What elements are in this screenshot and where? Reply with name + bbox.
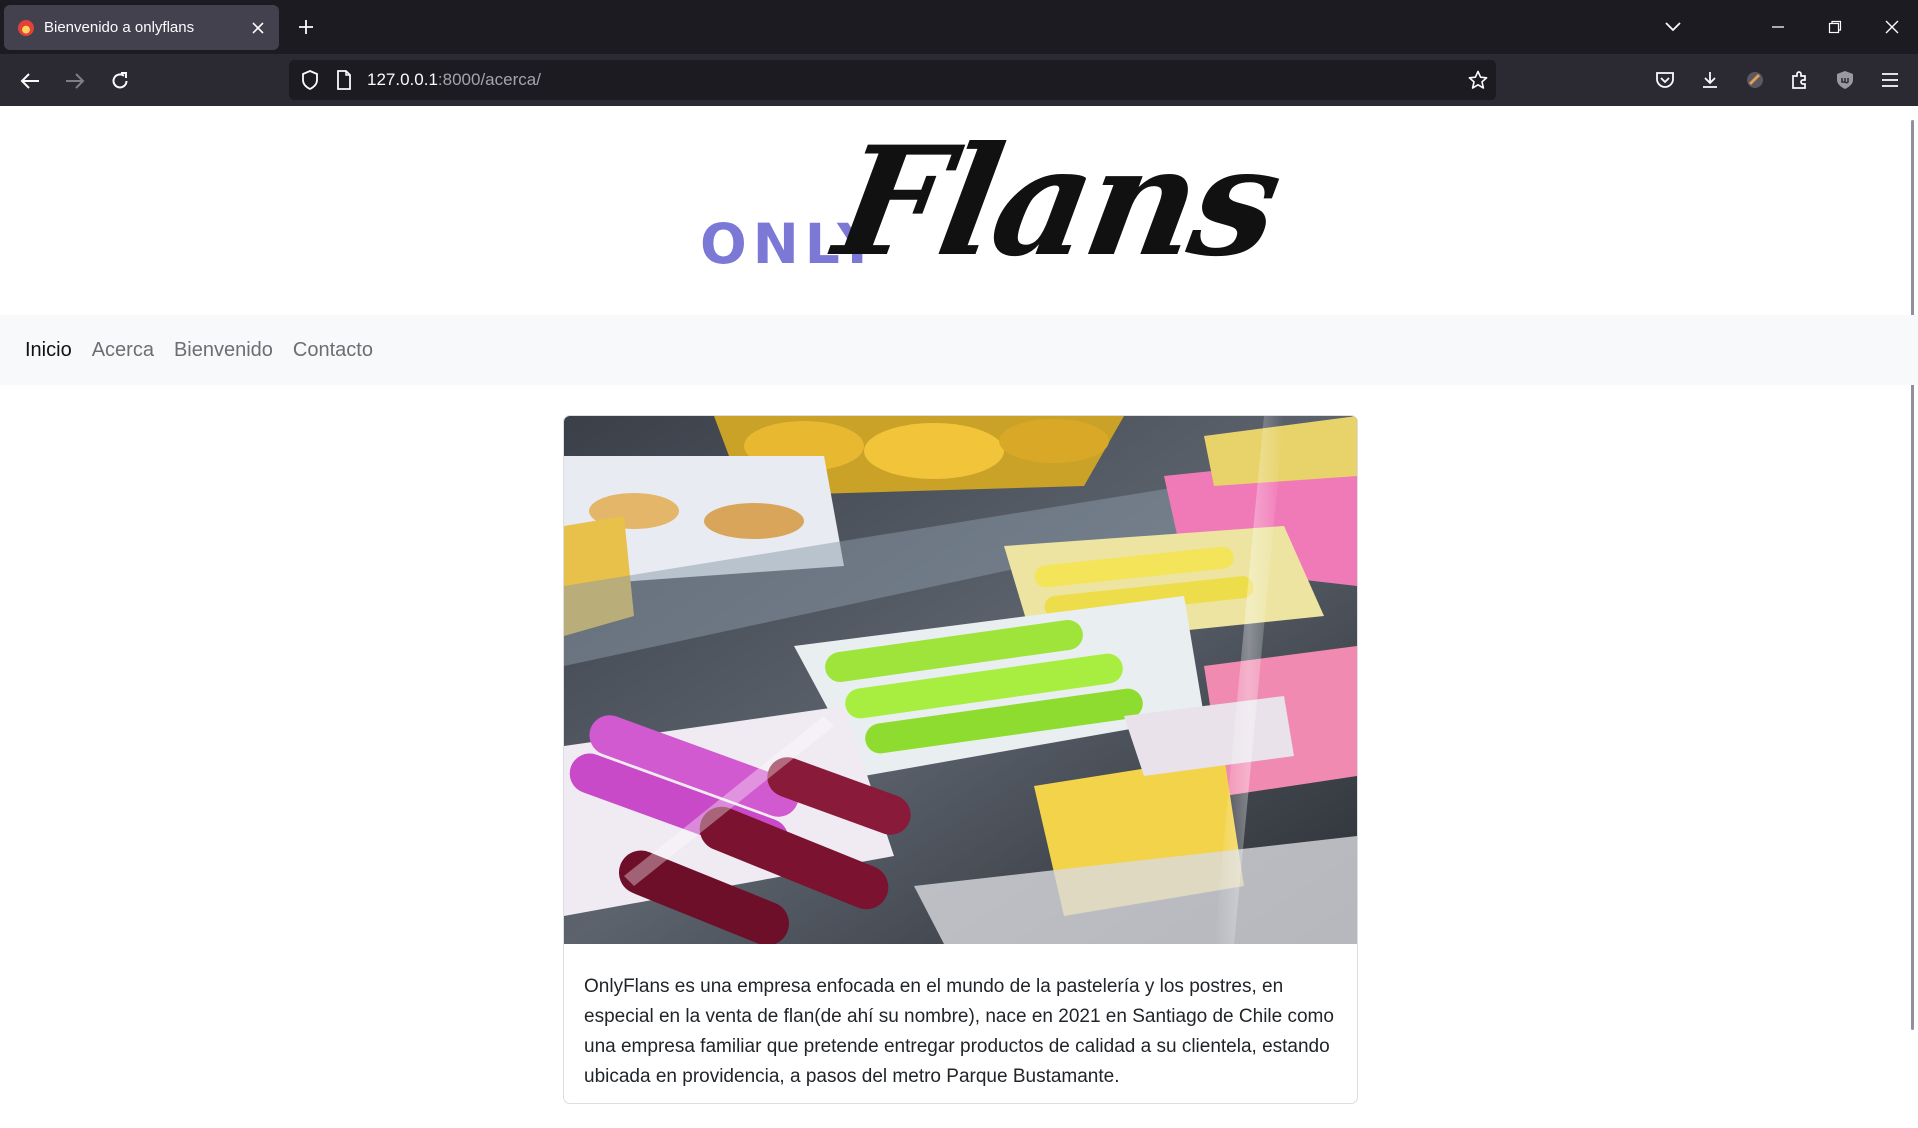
- nav-link-contacto[interactable]: Contacto: [293, 339, 373, 362]
- tab-title: Bienvenido a onlyflans: [44, 19, 195, 36]
- reload-icon: [112, 72, 128, 89]
- nav-link-bienvenido[interactable]: Bienvenido: [174, 339, 273, 362]
- url-path: :8000/acerca/: [437, 70, 541, 89]
- reload-button[interactable]: [105, 66, 135, 96]
- nav-link-inicio[interactable]: Inicio: [25, 339, 72, 362]
- close-window-button[interactable]: [1879, 14, 1905, 40]
- site-navbar: Inicio Acerca Bienvenido Contacto: [0, 315, 1918, 385]
- list-all-tabs-button[interactable]: [1660, 14, 1686, 40]
- url-text[interactable]: 127.0.0.1:8000/acerca/: [367, 70, 541, 90]
- pocket-icon[interactable]: [1652, 67, 1678, 93]
- download-icon[interactable]: [1697, 67, 1723, 93]
- close-icon[interactable]: [247, 17, 269, 39]
- close-icon: [1885, 20, 1899, 34]
- plus-icon: [299, 20, 313, 34]
- site-logo[interactable]: ONLY Flans: [700, 114, 1290, 296]
- restore-icon: [1828, 20, 1842, 34]
- restore-button[interactable]: [1822, 14, 1848, 40]
- chevron-down-icon: [1665, 22, 1681, 32]
- scrollbar[interactable]: [1904, 106, 1918, 1128]
- scrollbar-thumb[interactable]: [1911, 120, 1914, 1030]
- new-tab-button[interactable]: [292, 13, 320, 41]
- logo-name: Flans: [824, 114, 1290, 290]
- page-content: ONLY Flans Inicio Acerca Bienvenido Cont…: [0, 106, 1918, 1128]
- arrow-right-icon: [66, 73, 85, 89]
- flan-favicon-icon: [18, 19, 34, 36]
- ublock-shield-icon[interactable]: [1832, 67, 1858, 93]
- browser-tab[interactable]: Bienvenido a onlyflans: [4, 5, 279, 50]
- browser-toolbar: 127.0.0.1:8000/acerca/: [0, 54, 1918, 106]
- bookmark-star-icon[interactable]: [1467, 69, 1489, 91]
- url-bar[interactable]: 127.0.0.1:8000/acerca/: [289, 60, 1496, 100]
- forward-button[interactable]: [60, 66, 90, 96]
- nav-link-acerca[interactable]: Acerca: [92, 339, 154, 362]
- page-icon[interactable]: [333, 69, 355, 91]
- about-card: OnlyFlans es una empresa enfocada en el …: [563, 415, 1358, 1104]
- url-host: 127.0.0.1: [367, 70, 438, 89]
- browser-titlebar: Bienvenido a onlyflans: [0, 0, 1918, 54]
- arrow-left-icon: [20, 73, 39, 89]
- shield-icon[interactable]: [299, 69, 321, 91]
- extensions-puzzle-icon[interactable]: [1787, 67, 1813, 93]
- minimize-icon: [1772, 26, 1784, 28]
- menu-hamburger-icon[interactable]: [1877, 67, 1903, 93]
- minimize-button[interactable]: [1765, 14, 1791, 40]
- about-description: OnlyFlans es una empresa enfocada en el …: [584, 976, 1334, 1087]
- extension-avatar-icon[interactable]: [1742, 67, 1768, 93]
- back-button[interactable]: [15, 66, 45, 96]
- pastry-display-image: [564, 416, 1357, 944]
